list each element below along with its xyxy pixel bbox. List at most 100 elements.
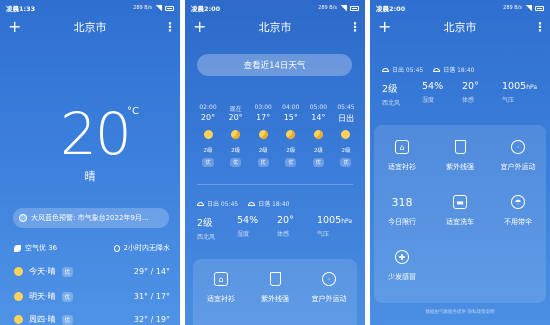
leaf-icon <box>14 244 21 252</box>
data-source-footer: 数据由气象服务提供 隐私政策说明 <box>425 310 495 315</box>
shirt-icon: ⌂ <box>395 140 409 154</box>
stat-label: 体感 <box>277 231 290 238</box>
status-bar: 凌晨2:00 289 B/s <box>376 3 544 13</box>
top-bar: + 北京市 ⋮ <box>378 18 546 36</box>
moon-icon <box>258 130 268 139</box>
hour-wind: 2级 <box>341 148 351 154</box>
life-index-card: ⌂ 适宜衬衫 紫外线强 · 宜户外运动 318 今日限行 ▬ 适宜洗车 ☂ 不用… <box>374 125 546 303</box>
life-label: 紫外线强 <box>446 163 474 171</box>
forecast-row-thursday[interactable]: 周四·晴 优 32° / 19° <box>14 314 170 325</box>
life-label: 紫外线强 <box>261 295 289 303</box>
forecast-aqi-badge: 优 <box>61 314 74 325</box>
shirt-icon: ⌂ <box>214 272 228 286</box>
stat-pressure: 1005hPa 气压 <box>317 215 357 241</box>
sunset-icon <box>248 201 256 206</box>
traffic-limit-number: 318 <box>391 195 413 209</box>
life-item-car-wash[interactable]: ▬ 适宜洗车 <box>435 195 485 227</box>
life-item-cold[interactable]: ✚ 少发感冒 <box>377 250 427 282</box>
car-wash-icon: ▬ <box>453 195 467 209</box>
forecast-day: 明天·晴 <box>29 292 56 301</box>
hourly-item: 05:45 日出 2级 优 <box>333 104 359 167</box>
life-item-sport[interactable]: · 宜户外运动 <box>493 140 543 172</box>
net-speed: 289 B/s <box>133 5 152 11</box>
life-label: 适宜衬衫 <box>388 163 416 171</box>
forecast-row-today[interactable]: 今天·晴 优 29° / 14° <box>14 266 170 277</box>
life-label: 少发感冒 <box>388 273 416 281</box>
sunrise-time: 日出 05:45 <box>392 67 424 74</box>
divider <box>197 184 353 185</box>
forecast-aqi-badge: 优 <box>61 291 74 302</box>
rain-forecast[interactable]: 2小时内无降水 <box>113 243 170 253</box>
life-label: 适宜洗车 <box>446 218 474 226</box>
stat-humidity: 54% 湿度 <box>422 81 462 107</box>
moon-icon <box>313 130 323 139</box>
hour-time: 02:00 <box>199 104 217 111</box>
stat-label: 湿度 <box>237 231 250 238</box>
hour-wind: 2级 <box>286 148 296 154</box>
temperature-unit: °C <box>127 106 139 117</box>
stat-value: 1005 <box>502 81 527 92</box>
weather-alert-banner[interactable]: 大风蓝色预警: 市气象台2022年9月... <box>13 208 169 228</box>
sunrise-icon <box>197 201 204 206</box>
hourly-item: 05:00 14° 2级 优 <box>305 104 331 167</box>
hour-wind: 2级 <box>231 148 241 154</box>
stat-label: 气压 <box>502 97 515 104</box>
hour-time: 05:45 <box>337 104 355 111</box>
weather-stats: 2级 西北风 54% 湿度 20° 体感 1005hPa 气压 <box>197 215 357 241</box>
sunrise-icon <box>382 67 389 72</box>
top-bar: + 北京市 ⋮ <box>193 18 361 36</box>
life-index-card: ⌂ 适宜衬衫 紫外线强 · 宜户外运动 <box>193 259 357 325</box>
life-item-shirt[interactable]: ⌂ 适宜衬衫 <box>196 272 246 304</box>
forecast-row-tomorrow[interactable]: 明天·晴 优 31° / 17° <box>14 291 170 302</box>
status-time: 凌晨2:00 <box>191 5 221 13</box>
air-quality-label: 空气优 36 <box>25 244 58 252</box>
phone-screen-3: 凌晨2:00 289 B/s + 北京市 ⋮ 日出 05:45 日落 18:40… <box>370 0 550 325</box>
stat-unit: hPa <box>526 84 538 91</box>
forecast-day: 周四·晴 <box>29 315 56 324</box>
stat-pressure: 1005hPa 气压 <box>502 81 542 107</box>
sun-icon <box>341 130 351 139</box>
hour-temp: 日出 <box>337 114 354 123</box>
alert-text: 大风蓝色预警: 市气象台2022年9月... <box>31 214 149 222</box>
hour-temp: 17° <box>256 113 271 122</box>
life-item-umbrella[interactable]: ☂ 不用带伞 <box>493 195 543 227</box>
life-item-shirt[interactable]: ⌂ 适宜衬衫 <box>377 140 427 172</box>
net-speed: 289 B/s <box>503 5 522 11</box>
city-title: 北京市 <box>258 21 292 34</box>
forecast-aqi-badge: 优 <box>61 266 74 277</box>
stat-value: 1005 <box>317 215 342 226</box>
sun-icon <box>203 130 213 139</box>
current-condition: 晴 <box>84 170 96 183</box>
stat-feels-like: 20° 体感 <box>462 81 502 107</box>
life-item-uv[interactable]: 紫外线强 <box>250 272 300 304</box>
sun-icon <box>14 267 23 276</box>
hourly-item: 02:00 20° 2级 优 <box>195 104 221 167</box>
current-temperature: 20 <box>60 100 132 168</box>
life-label: 适宜衬衫 <box>207 295 235 303</box>
moon-icon <box>286 130 296 139</box>
life-label: 宜户外运动 <box>311 295 347 303</box>
hour-aqi: 优 <box>312 158 324 167</box>
hourly-item: 现在 20° 2级 优 <box>223 104 249 167</box>
cold-icon: ✚ <box>395 250 409 264</box>
phone-screen-1: 凌晨1:33 289 B/s + 北京市 ⋮ 20 °C 晴 大风蓝色预警: 市… <box>0 0 180 325</box>
view-14-day-button[interactable]: 查看近14日天气 <box>197 54 352 76</box>
stat-value: 20° <box>277 215 294 226</box>
air-quality[interactable]: 空气优 36 <box>14 243 57 253</box>
stat-value: 20° <box>462 81 479 92</box>
umbrella-icon: ☂ <box>511 195 525 209</box>
stat-value: 54% <box>422 81 444 92</box>
life-item-sport[interactable]: · 宜户外运动 <box>304 272 354 304</box>
life-item-traffic-limit[interactable]: 318 今日限行 <box>377 195 427 227</box>
hour-time: 现在 <box>229 106 242 113</box>
hourly-forecast[interactable]: 02:00 20° 2级 优 现在 20° 2级 优 03:00 17° 2级 … <box>195 104 359 167</box>
stat-humidity: 54% 湿度 <box>237 215 277 241</box>
stat-label: 体感 <box>462 97 475 104</box>
stat-value: 2级 <box>197 218 213 229</box>
net-speed: 289 B/s <box>318 5 337 11</box>
hour-wind: 2级 <box>203 148 213 154</box>
hour-aqi: 优 <box>340 158 352 167</box>
life-item-uv[interactable]: 紫外线强 <box>435 140 485 172</box>
alert-icon <box>19 214 27 222</box>
sunset-icon <box>433 67 441 72</box>
